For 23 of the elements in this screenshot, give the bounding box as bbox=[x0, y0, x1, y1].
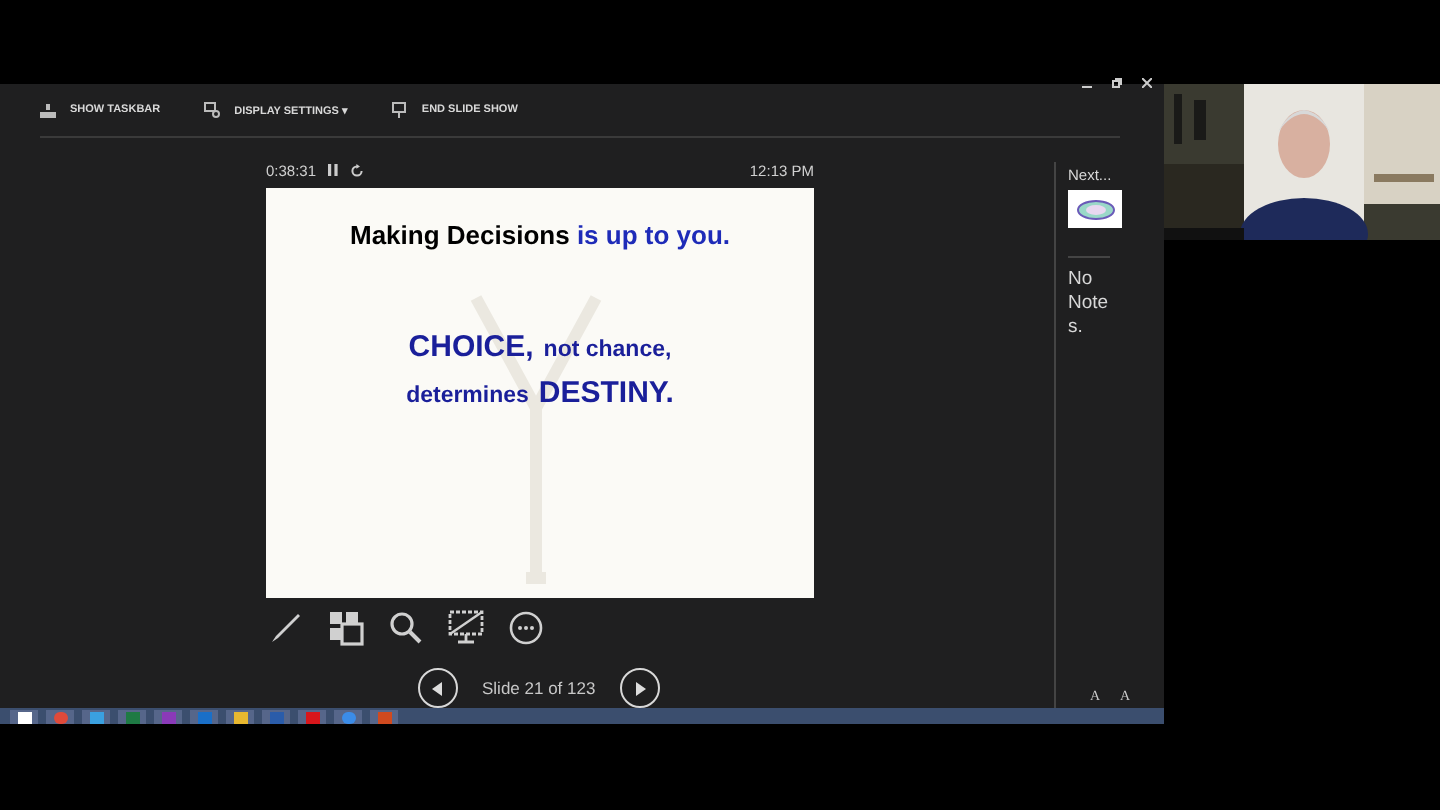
taskbar-app-icon[interactable] bbox=[226, 710, 254, 724]
slide-text: DESTINY. bbox=[538, 376, 674, 411]
right-arrow-icon bbox=[633, 681, 646, 696]
taskbar-icon bbox=[40, 103, 56, 118]
screen-icon bbox=[391, 102, 408, 119]
display-icon bbox=[204, 102, 221, 119]
slide-text: determines bbox=[406, 384, 529, 409]
restore-icon[interactable] bbox=[1112, 78, 1122, 88]
slide-counter: Slide 21 of 123 bbox=[482, 678, 596, 699]
close-icon[interactable] bbox=[1142, 78, 1152, 88]
pause-icon[interactable] bbox=[328, 164, 339, 177]
left-arrow-icon bbox=[432, 681, 444, 696]
slide-text: not chance, bbox=[543, 338, 672, 363]
taskbar-app-icon[interactable] bbox=[10, 710, 38, 724]
slide-text: CHOICE, bbox=[408, 330, 534, 365]
slide-title: Making Decisions is up to you. bbox=[350, 220, 730, 251]
slides-grid-button[interactable] bbox=[326, 608, 366, 649]
search-button[interactable] bbox=[386, 608, 426, 649]
monitor-button[interactable] bbox=[446, 608, 486, 649]
notes-text: No Notes. bbox=[1068, 256, 1111, 341]
next-slide-thumbnail[interactable] bbox=[1068, 190, 1122, 229]
restart-icon[interactable] bbox=[350, 163, 365, 178]
more-button[interactable] bbox=[506, 608, 546, 649]
